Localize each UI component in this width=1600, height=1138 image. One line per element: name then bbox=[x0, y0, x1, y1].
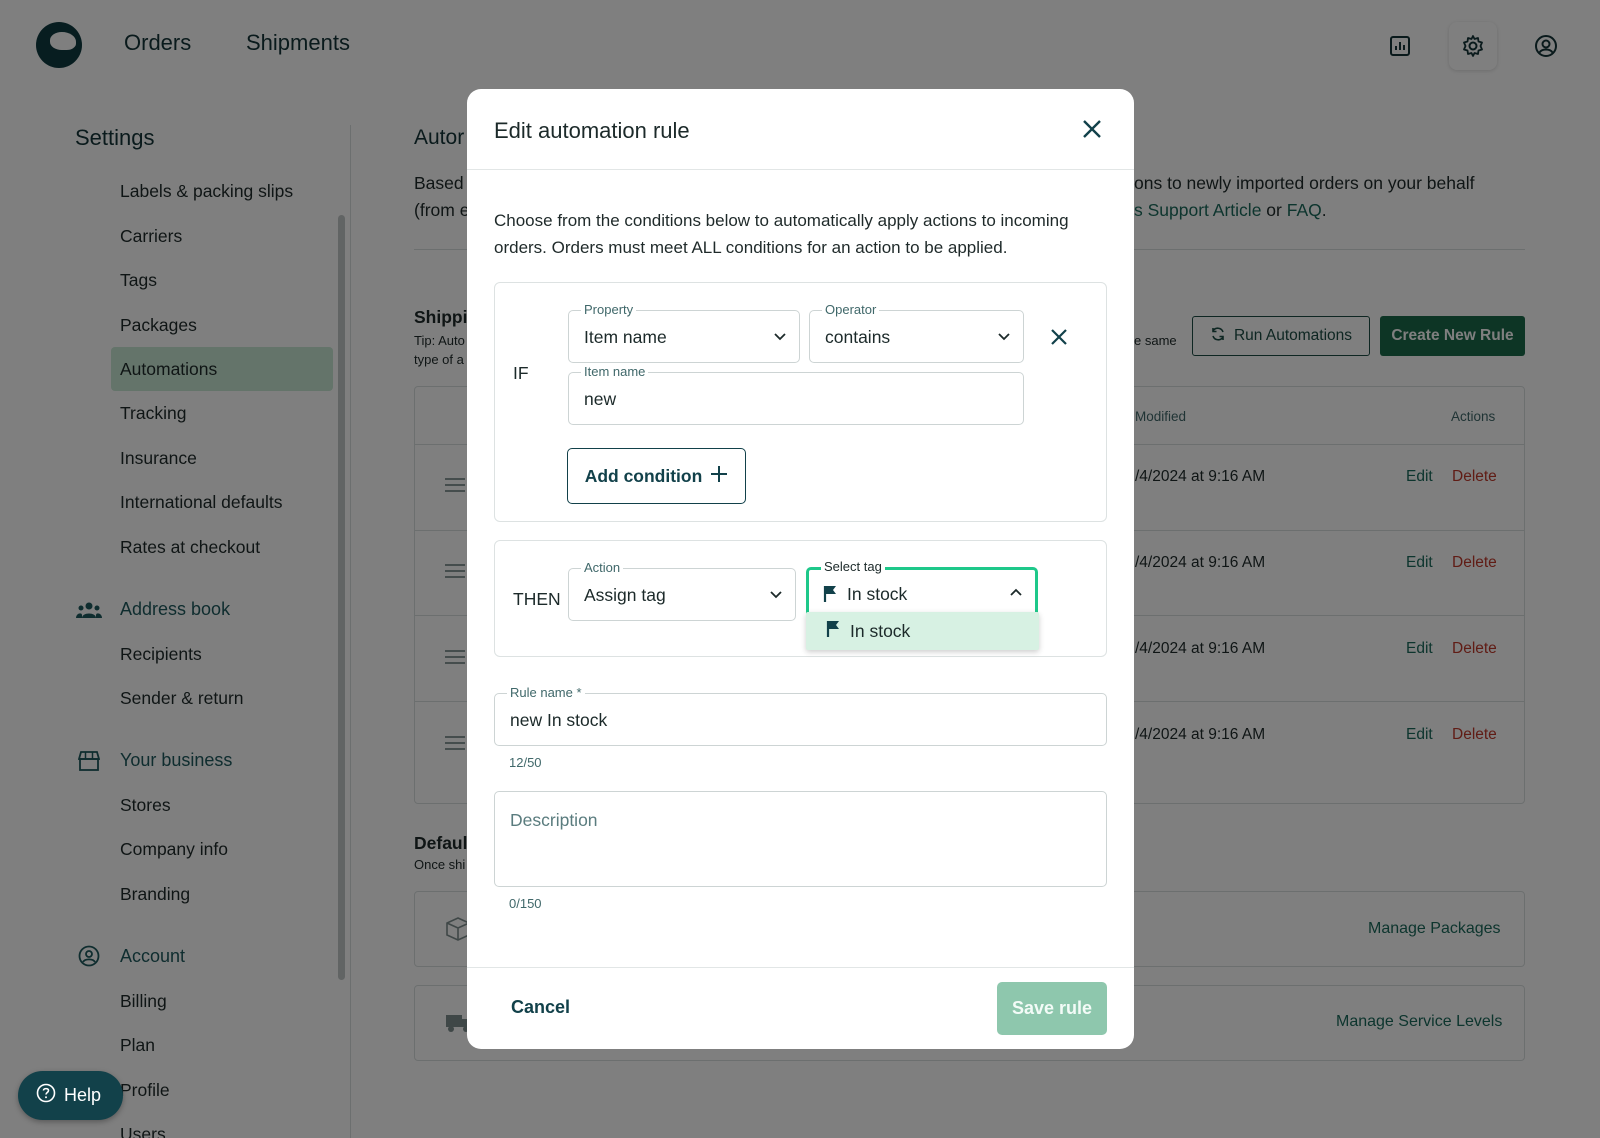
property-label: Property bbox=[581, 302, 637, 317]
flag-icon bbox=[823, 585, 837, 608]
help-question-icon bbox=[36, 1083, 56, 1108]
help-button[interactable]: Help bbox=[18, 1071, 123, 1120]
action-select[interactable]: Action Assign tag bbox=[568, 560, 796, 621]
modal-intro-text: Choose from the conditions below to auto… bbox=[494, 211, 1069, 257]
select-tag-label: Select tag bbox=[821, 559, 885, 574]
property-select[interactable]: Property Item name bbox=[568, 302, 800, 363]
action-label: Action bbox=[581, 560, 624, 575]
help-label: Help bbox=[64, 1085, 102, 1105]
plus-icon bbox=[710, 465, 728, 488]
remove-condition-icon[interactable] bbox=[1049, 327, 1069, 352]
select-tag-value: In stock bbox=[847, 584, 908, 604]
description-placeholder: Description bbox=[510, 810, 598, 830]
chevron-down-icon bbox=[769, 587, 783, 601]
chevron-down-icon bbox=[773, 329, 787, 343]
item-name-input[interactable]: Item name new bbox=[568, 364, 1024, 425]
add-condition-label: Add condition bbox=[584, 465, 703, 486]
chevron-up-icon bbox=[1009, 586, 1023, 600]
description-textarea[interactable]: Description bbox=[494, 791, 1107, 887]
operator-value: contains bbox=[825, 327, 891, 347]
operator-label: Operator bbox=[822, 302, 880, 317]
rule-name-value: new In stock bbox=[510, 710, 608, 730]
rule-name-input[interactable]: Rule name * new In stock bbox=[494, 685, 1107, 746]
operator-select[interactable]: Operator contains bbox=[809, 302, 1024, 363]
tag-option-label: In stock bbox=[850, 620, 911, 641]
save-rule-button[interactable]: Save rule bbox=[997, 982, 1107, 1035]
property-value: Item name bbox=[584, 327, 667, 347]
modal-header-divider bbox=[467, 169, 1134, 170]
tag-dropdown-option[interactable]: In stock bbox=[806, 612, 1039, 650]
modal-title: Edit automation rule bbox=[494, 118, 690, 143]
rule-name-counter: 12/50 bbox=[509, 755, 542, 770]
cancel-button[interactable]: Cancel bbox=[511, 997, 570, 1018]
action-value: Assign tag bbox=[584, 585, 666, 605]
edit-rule-modal: Edit automation rule Choose from the con… bbox=[467, 89, 1134, 1049]
flag-icon bbox=[826, 620, 840, 643]
description-counter: 0/150 bbox=[509, 896, 542, 911]
add-condition-button[interactable]: Add condition bbox=[567, 448, 746, 504]
item-name-label: Item name bbox=[581, 364, 649, 379]
chevron-down-icon bbox=[997, 329, 1011, 343]
modal-footer-divider bbox=[467, 967, 1134, 968]
then-label: THEN bbox=[513, 589, 561, 609]
rule-name-label: Rule name * bbox=[507, 685, 585, 700]
close-icon[interactable] bbox=[1080, 117, 1104, 141]
item-name-value: new bbox=[584, 389, 617, 409]
if-label: IF bbox=[513, 363, 529, 383]
